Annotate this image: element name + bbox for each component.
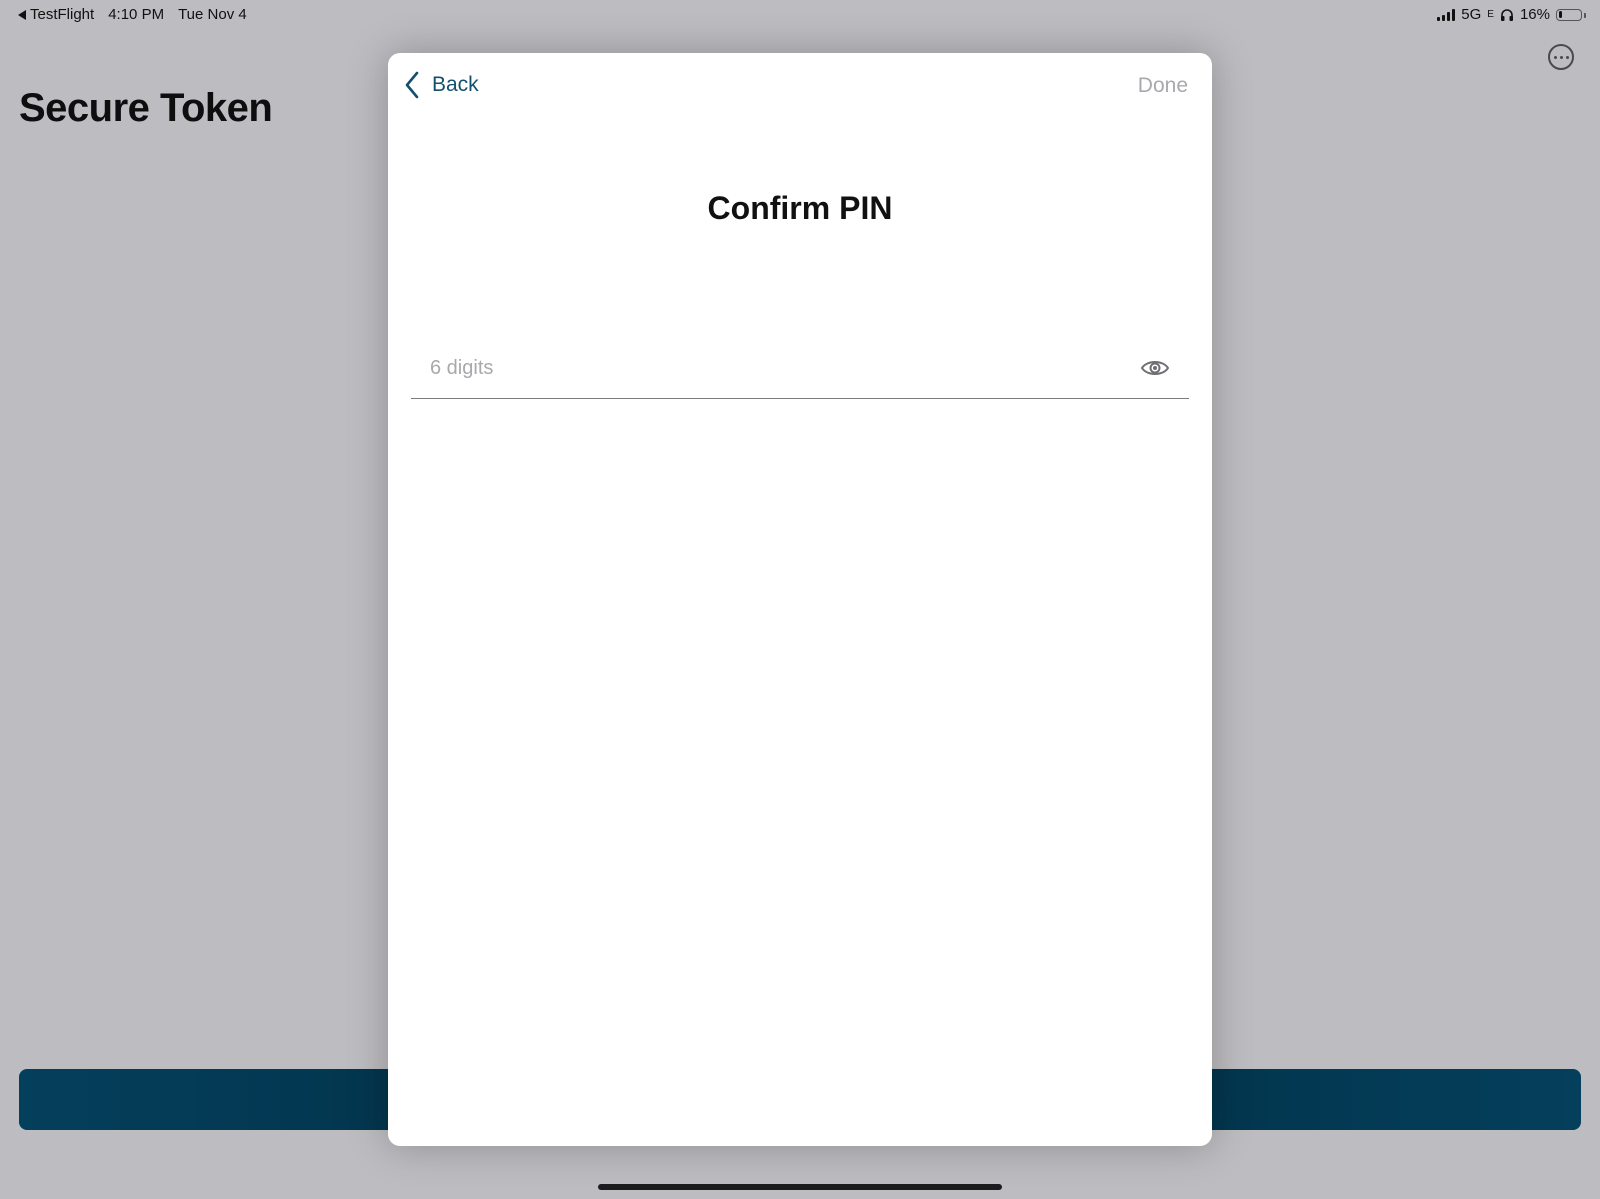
- screen: TestFlight 4:10 PM Tue Nov 4 5G E 16% Se…: [0, 0, 1600, 1199]
- status-left: TestFlight 4:10 PM Tue Nov 4: [18, 6, 247, 23]
- cellular-signal-icon: [1437, 8, 1456, 21]
- status-date: Tue Nov 4: [178, 6, 247, 23]
- battery-fill: [1558, 11, 1562, 18]
- confirm-pin-sheet: Back Done Confirm PIN: [388, 53, 1212, 1146]
- headphones-icon: [1500, 8, 1513, 21]
- status-bar: TestFlight 4:10 PM Tue Nov 4 5G E 16%: [0, 0, 1600, 28]
- page-title: Secure Token: [19, 86, 273, 130]
- pin-field: [411, 343, 1189, 399]
- chevron-left-icon: [405, 71, 419, 99]
- pin-input[interactable]: [430, 357, 1080, 380]
- status-right: 5G E 16%: [1437, 6, 1586, 23]
- eye-icon[interactable]: [1140, 357, 1170, 379]
- status-time: 4:10 PM: [108, 6, 165, 23]
- home-indicator[interactable]: [598, 1184, 1002, 1190]
- back-button-label: Back: [432, 73, 479, 96]
- network-subtype: E: [1487, 9, 1494, 20]
- back-button[interactable]: Back: [404, 71, 479, 99]
- network-type: 5G: [1461, 6, 1482, 23]
- battery-percent: 16%: [1519, 6, 1550, 23]
- done-button[interactable]: Done: [1138, 74, 1188, 98]
- battery-nub: [1584, 12, 1586, 18]
- back-to-app-link[interactable]: TestFlight: [18, 6, 94, 23]
- battery-icon: [1556, 8, 1586, 21]
- back-triangle-icon: [18, 9, 26, 20]
- back-app-label: TestFlight: [30, 6, 95, 23]
- sheet-title: Confirm PIN: [707, 190, 893, 226]
- more-options-icon[interactable]: [1548, 44, 1574, 70]
